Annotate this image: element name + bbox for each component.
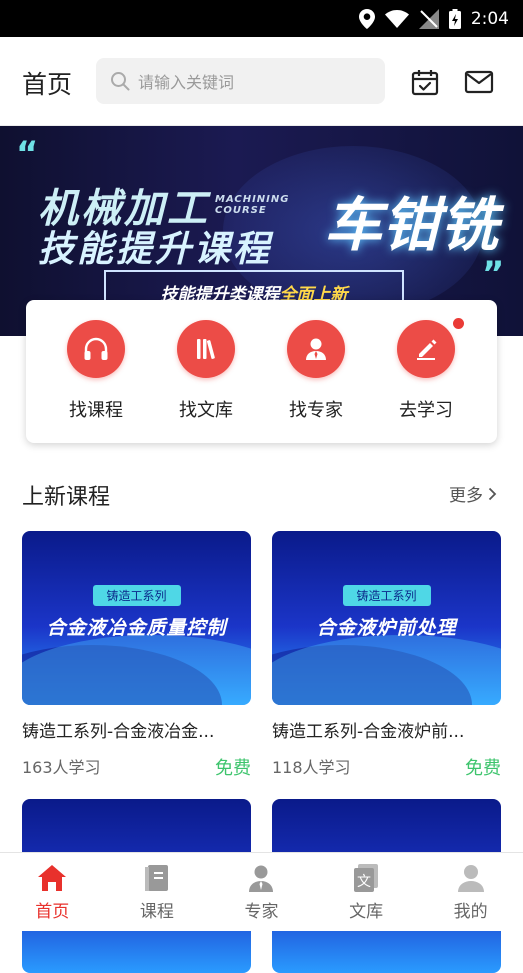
quick-label: 找专家 xyxy=(289,400,343,421)
expert-icon xyxy=(287,320,345,378)
status-bar: 2:04 xyxy=(0,0,523,37)
price-label: 免费 xyxy=(215,758,251,779)
section-title: 上新课程 xyxy=(22,485,111,510)
thumb-decoration xyxy=(22,635,251,705)
course-meta: 118人学习 免费 xyxy=(272,754,501,780)
banner-line2: 技能提升课程 xyxy=(38,229,273,270)
tab-home[interactable]: 首页 xyxy=(0,853,105,931)
profile-icon xyxy=(457,865,484,892)
quick-actions-card: 找课程 找文库 找专家 去学习 xyxy=(26,300,497,443)
battery-charging-icon xyxy=(448,8,461,29)
price-label: 免费 xyxy=(465,758,501,779)
search-placeholder: 请输入关键词 xyxy=(138,73,235,92)
notification-dot xyxy=(453,318,464,329)
course-series-tag: 铸造工系列 xyxy=(92,585,181,606)
search-icon xyxy=(111,72,130,91)
banner-english: MACHINING COURSE xyxy=(215,194,290,216)
banner-big-text: 车钳铣 xyxy=(324,191,499,259)
course-card[interactable]: 铸造工系列 合金液冶金质量控制 铸造工系列-合金液冶金... 163人学习 免费 xyxy=(22,531,251,780)
expert-icon xyxy=(249,865,274,892)
wifi-icon xyxy=(384,9,409,28)
headphones-icon xyxy=(67,320,125,378)
tab-profile[interactable]: 我的 xyxy=(418,853,523,931)
quick-find-expert[interactable]: 找专家 xyxy=(276,320,356,422)
tab-label: 我的 xyxy=(453,902,488,922)
course-icon xyxy=(144,865,168,891)
library-icon: 文 xyxy=(354,864,379,892)
status-time: 2:04 xyxy=(470,8,509,29)
quote-open-mark: “ xyxy=(16,134,39,174)
mail-icon[interactable] xyxy=(464,67,494,97)
course-thumbnail: 铸造工系列 合金液冶金质量控制 xyxy=(22,531,251,705)
top-header: 首页 请输入关键词 xyxy=(0,37,523,126)
course-thumb-title: 合金液炉前处理 xyxy=(316,617,457,639)
quick-find-library[interactable]: 找文库 xyxy=(166,320,246,422)
quick-label: 找课程 xyxy=(69,400,123,421)
quick-find-course[interactable]: 找课程 xyxy=(56,320,136,422)
home-icon xyxy=(38,865,67,891)
course-name: 铸造工系列-合金液冶金... xyxy=(22,722,215,742)
pencil-icon xyxy=(397,320,455,378)
svg-text:文: 文 xyxy=(357,874,371,890)
more-label: 更多 xyxy=(449,486,483,506)
library-icon xyxy=(177,320,235,378)
learner-count: 118人学习 xyxy=(272,758,351,777)
course-card[interactable]: 铸造工系列 合金液炉前处理 铸造工系列-合金液炉前... 118人学习 免费 xyxy=(272,531,501,780)
course-thumb-title: 合金液冶金质量控制 xyxy=(46,617,227,639)
no-signal-icon xyxy=(418,8,439,29)
quick-go-study[interactable]: 去学习 xyxy=(386,320,466,422)
page-title: 首页 xyxy=(22,70,73,99)
tab-expert[interactable]: 专家 xyxy=(209,853,314,931)
quick-label: 去学习 xyxy=(399,400,453,421)
tab-label: 专家 xyxy=(244,902,279,922)
learner-count: 163人学习 xyxy=(22,758,101,777)
tab-library[interactable]: 文 文库 xyxy=(314,853,419,931)
course-name: 铸造工系列-合金液炉前... xyxy=(272,722,465,742)
location-icon xyxy=(358,8,375,29)
tab-label: 课程 xyxy=(139,902,174,922)
chevron-right-icon xyxy=(488,487,497,500)
search-input[interactable]: 请输入关键词 xyxy=(96,58,385,104)
tab-label: 首页 xyxy=(35,902,70,922)
thumb-decoration xyxy=(272,635,501,705)
bottom-tab-bar: 首页 课程 专家 文 文库 我的 xyxy=(0,852,523,931)
more-link[interactable]: 更多 xyxy=(449,481,497,506)
calendar-check-icon[interactable] xyxy=(410,67,440,97)
course-series-tag: 铸造工系列 xyxy=(342,585,431,606)
course-thumbnail: 铸造工系列 合金液炉前处理 xyxy=(272,531,501,705)
tab-course[interactable]: 课程 xyxy=(105,853,210,931)
quick-label: 找文库 xyxy=(179,400,233,421)
course-meta: 163人学习 免费 xyxy=(22,754,251,780)
tab-label: 文库 xyxy=(349,902,384,922)
